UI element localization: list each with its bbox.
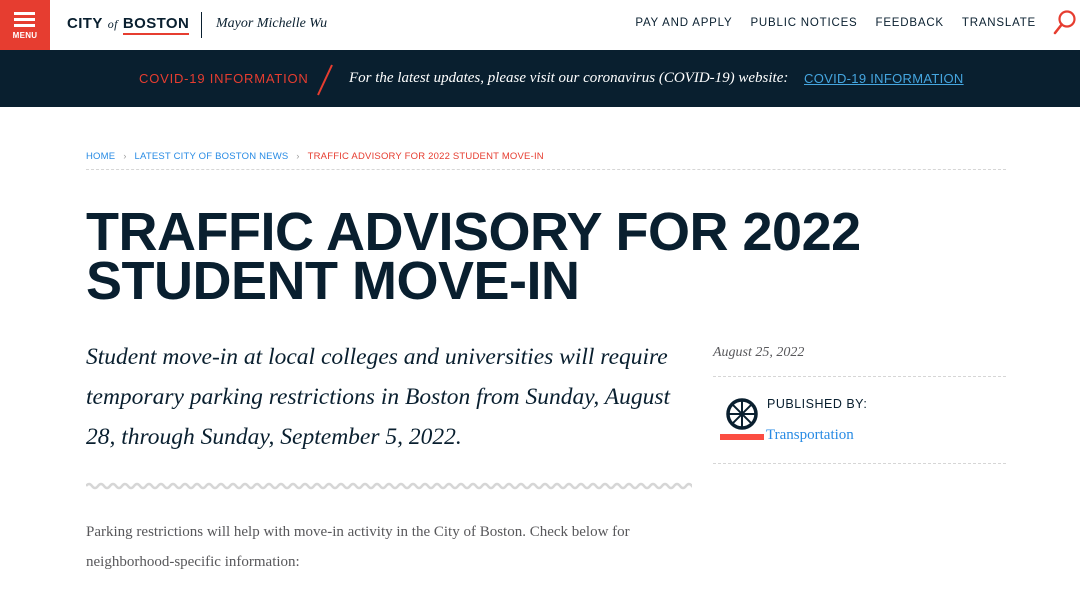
article-body: Parking restrictions will help with move… [86, 524, 630, 570]
logo-of: of [107, 17, 118, 31]
logo-city: CITY [67, 15, 103, 32]
page-title: TRAFFIC ADVISORY FOR 2022 STUDENT MOVE-I… [86, 202, 861, 311]
wavy-divider [86, 482, 692, 490]
breadcrumb-current: TRAFFIC ADVISORY FOR 2022 STUDENT MOVE-I… [307, 151, 544, 162]
breadcrumb-separator: › [296, 151, 300, 161]
sidebar-divider [713, 463, 1006, 464]
publish-date: August 25, 2022 [713, 345, 805, 360]
department-link[interactable]: Transportation [766, 427, 854, 444]
nav-translate[interactable]: TRANSLATE [962, 17, 1036, 29]
wheel-icon [720, 398, 764, 440]
logo-boston: BOSTON [122, 15, 190, 35]
mayor-name: Mayor Michelle Wu [216, 16, 328, 31]
menu-button[interactable]: MENU [0, 0, 50, 50]
city-of-boston-logo[interactable]: CITY of BOSTON [67, 15, 190, 35]
header-divider [201, 12, 202, 38]
covid-alert-bar: COVID-19 INFORMATION For the latest upda… [0, 50, 1080, 107]
article-intro: Student move-in at local colleges and un… [86, 344, 671, 450]
published-by-label: PUBLISHED BY: [767, 397, 868, 411]
menu-label: MENU [12, 31, 38, 40]
site-header: MENU CITY of BOSTON Mayor Michelle Wu PA… [0, 0, 1080, 50]
slash-divider-icon [317, 64, 333, 96]
hamburger-icon [14, 12, 35, 30]
top-navigation: PAY AND APPLY PUBLIC NOTICES FEEDBACK TR… [635, 17, 1036, 29]
breadcrumb-home[interactable]: HOME [86, 151, 115, 162]
breadcrumb-news[interactable]: LATEST CITY OF BOSTON NEWS [135, 151, 289, 162]
covid-information-link[interactable]: COVID-19 INFORMATION [804, 71, 964, 86]
nav-feedback[interactable]: FEEDBACK [876, 17, 944, 29]
alert-text: For the latest updates, please visit our… [349, 70, 789, 86]
sidebar-divider [713, 376, 1006, 377]
breadcrumb: HOME › LATEST CITY OF BOSTON NEWS › TRAFFIC … [86, 151, 1006, 170]
breadcrumb-separator: › [123, 151, 127, 161]
search-icon[interactable] [1053, 9, 1077, 37]
nav-public-notices[interactable]: PUBLIC NOTICES [750, 17, 857, 29]
nav-pay-and-apply[interactable]: PAY AND APPLY [635, 17, 732, 29]
alert-title: COVID-19 INFORMATION [139, 71, 309, 86]
